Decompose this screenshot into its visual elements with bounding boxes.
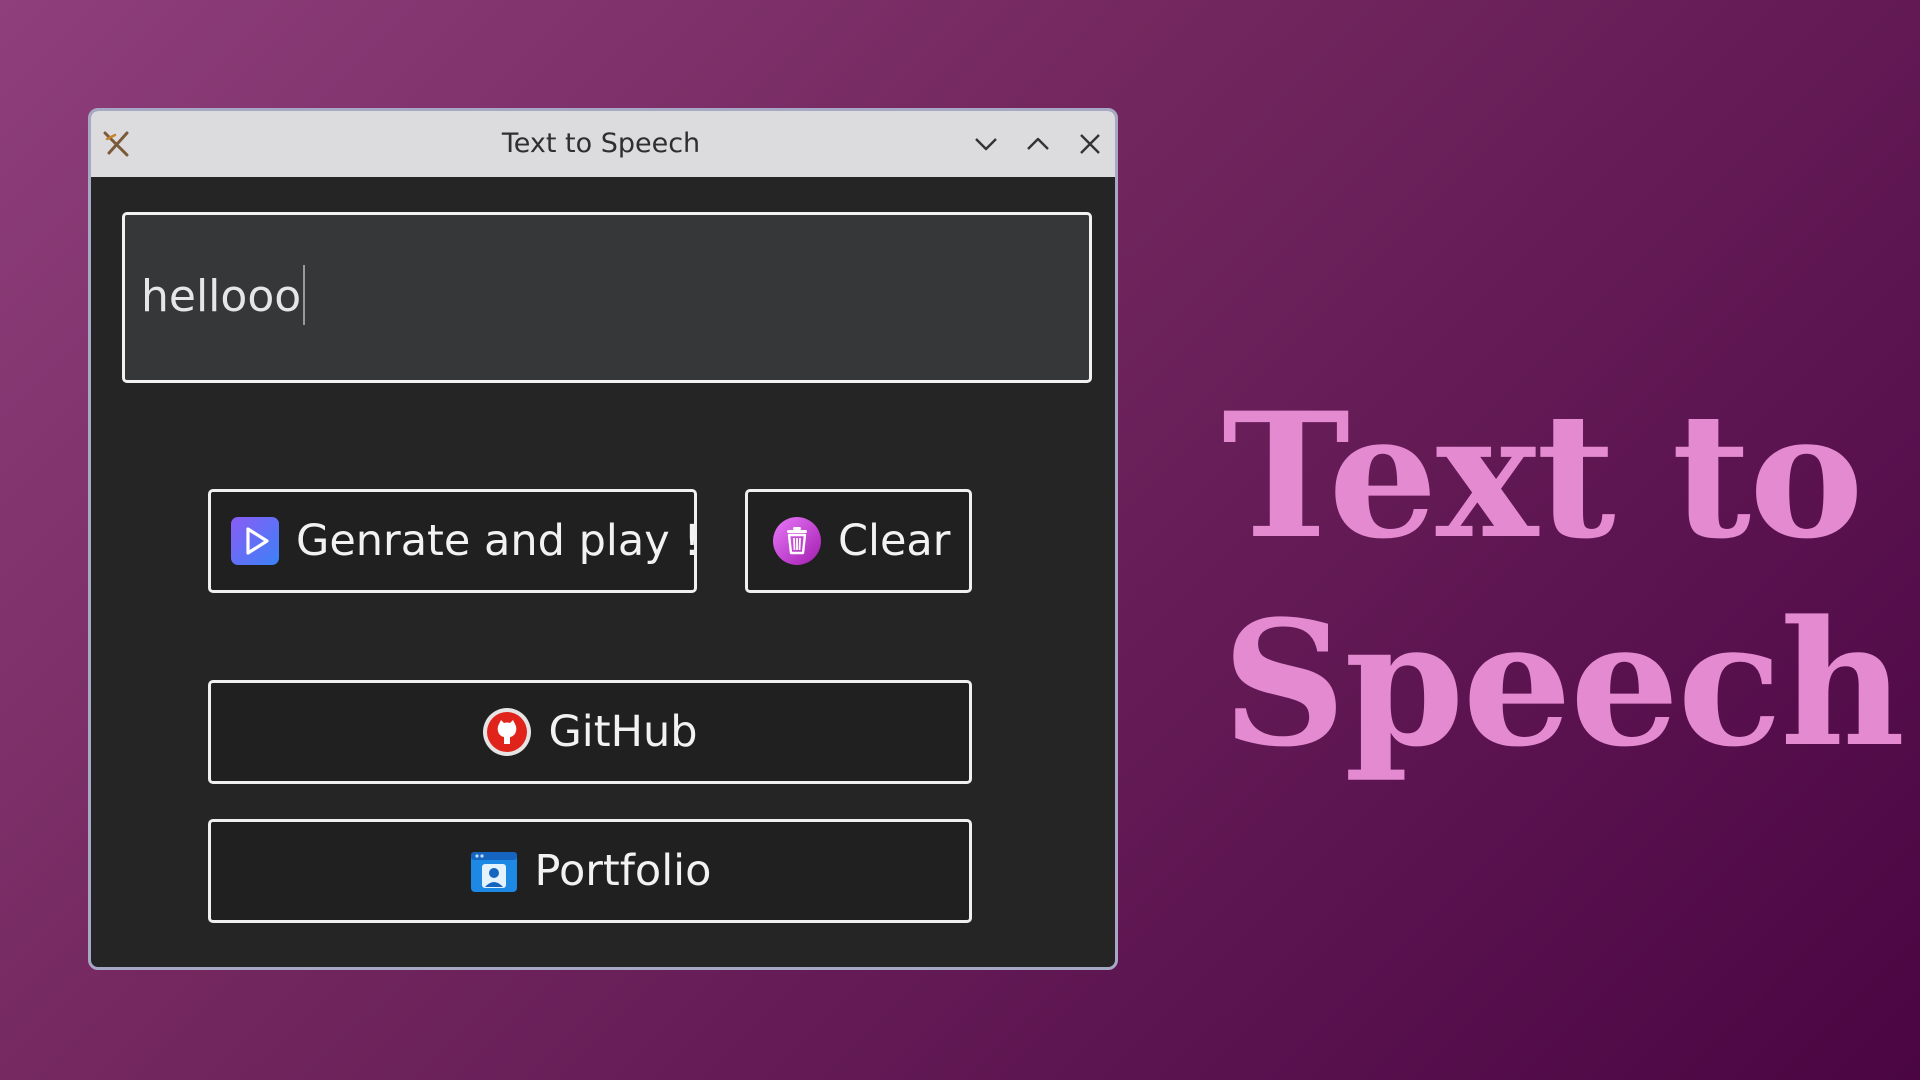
hero-title-line-2: Speech bbox=[1222, 582, 1905, 785]
hero-title-line-1: Text to bbox=[1222, 374, 1864, 577]
chevron-up-icon[interactable] bbox=[1023, 129, 1053, 159]
text-input-field[interactable]: hellooo bbox=[122, 212, 1092, 383]
generate-button-label: Genrate and play ! bbox=[296, 516, 701, 566]
chevron-down-icon[interactable] bbox=[971, 129, 1001, 159]
portfolio-button-label: Portfolio bbox=[534, 846, 712, 896]
title-bar[interactable]: Text to Speech bbox=[91, 111, 1115, 177]
trash-icon bbox=[772, 516, 822, 566]
portfolio-button[interactable]: Portfolio bbox=[208, 819, 972, 923]
close-icon[interactable] bbox=[1075, 129, 1105, 159]
portfolio-icon bbox=[469, 846, 519, 896]
app-window: Text to Speech hellooo Genrate and play … bbox=[88, 108, 1118, 970]
github-button[interactable]: GitHub bbox=[208, 680, 972, 784]
clear-button[interactable]: Clear bbox=[745, 489, 972, 593]
text-input-value: hellooo bbox=[141, 271, 302, 322]
window-title: Text to Speech bbox=[501, 128, 701, 159]
github-icon bbox=[482, 707, 532, 757]
generate-and-play-button[interactable]: Genrate and play ! bbox=[208, 489, 701, 593]
play-icon bbox=[230, 516, 280, 566]
github-button-label: GitHub bbox=[548, 707, 698, 757]
hero-title: Text to Speech bbox=[1222, 372, 1905, 788]
clear-button-label: Clear bbox=[838, 516, 951, 566]
text-caret bbox=[303, 265, 305, 325]
